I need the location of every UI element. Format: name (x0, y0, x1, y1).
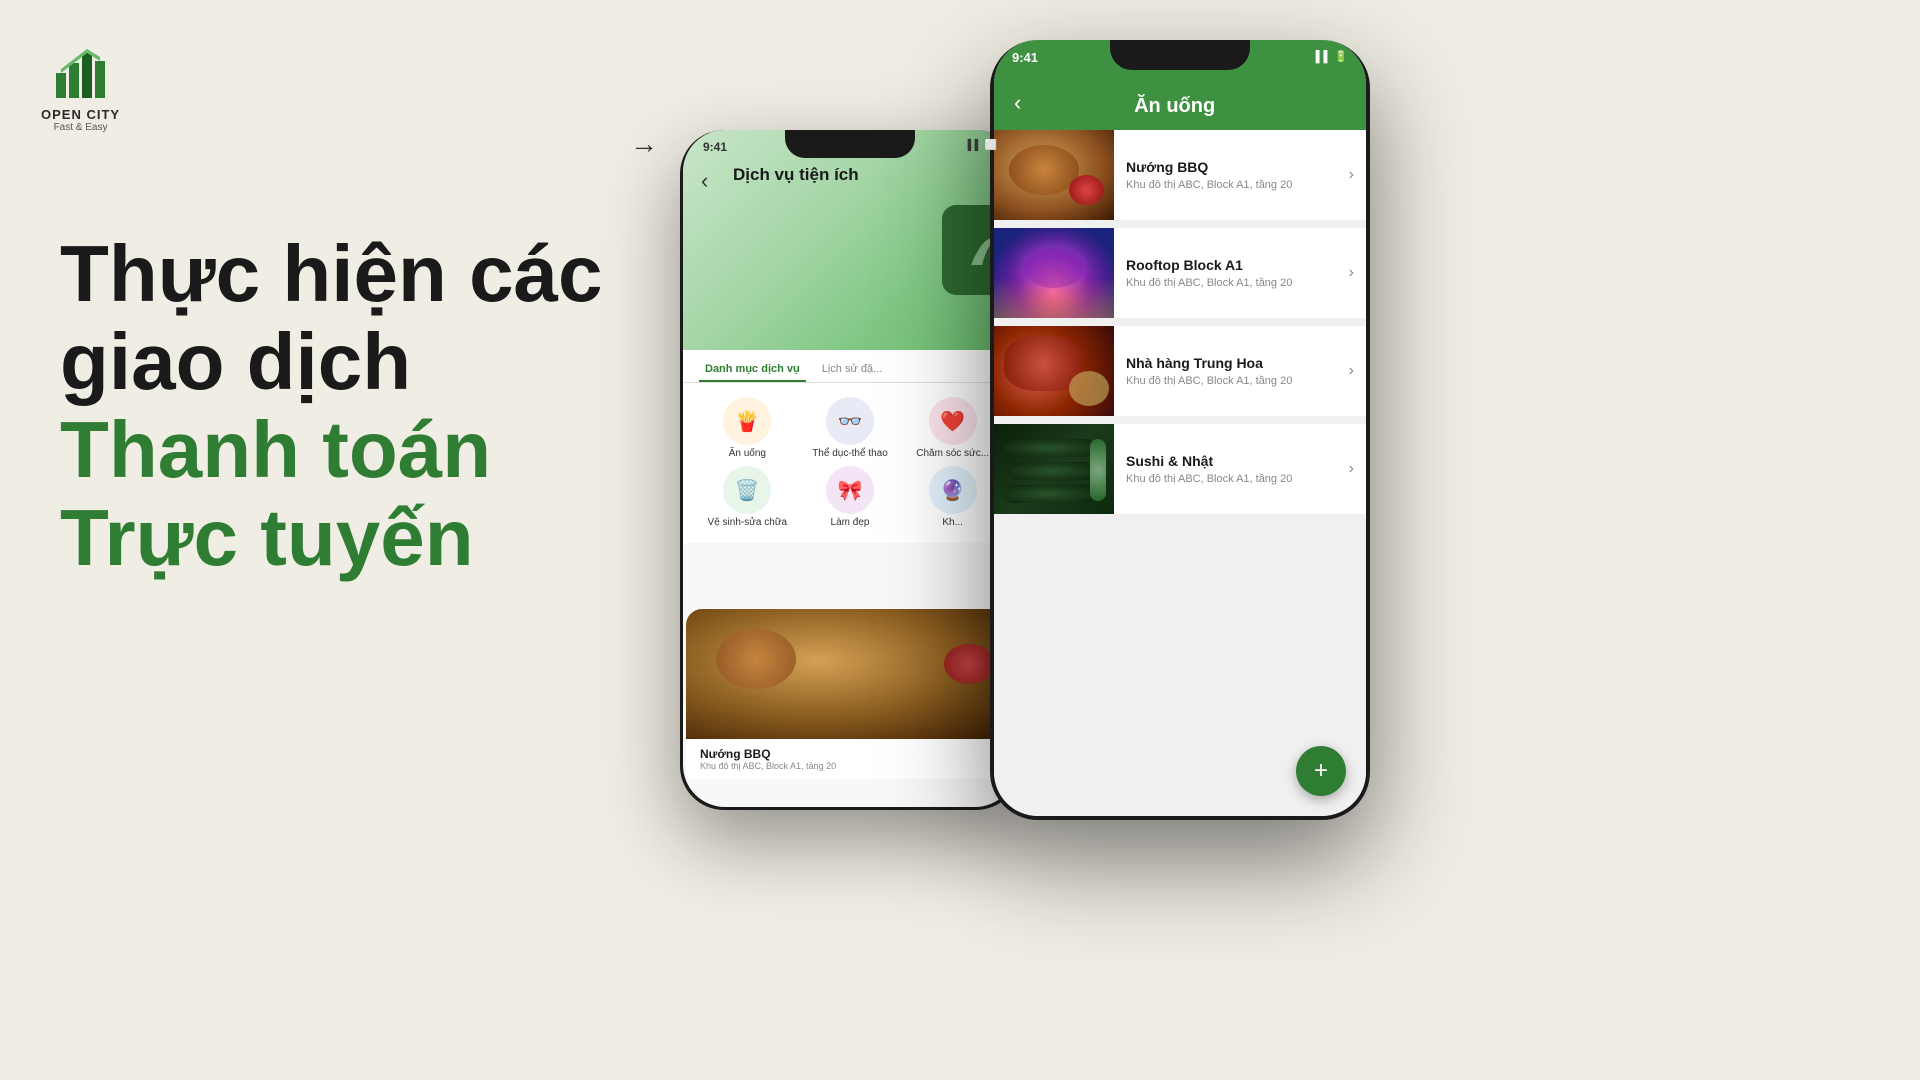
item-img-chinese (994, 326, 1114, 416)
chevron-icon-rooftop: › (1349, 264, 1366, 282)
chevron-icon-chinese: › (1349, 362, 1366, 380)
item-address-rooftop: Khu đô thị ABC, Block A1, tầng 20 (1126, 277, 1337, 289)
service-label-food: Ăn uống (729, 448, 766, 459)
service-label-sport: Thể dục-thể thao (812, 448, 888, 460)
hero-text: Thực hiện các giao dịch Thanh toán Trực … (60, 230, 680, 582)
phone-back-time: 9:41 (703, 140, 727, 154)
hero-line2: giao dịch (60, 318, 680, 406)
phone-back: 9:41 ▌▌ ⬜ ‹ Dịch vụ tiện ích Danh mục dị… (680, 130, 1020, 810)
service-item-clean[interactable]: 🗑️ Vệ sinh-sửa chữa (699, 466, 796, 529)
item-info-rooftop: Rooftop Block A1 Khu đô thị ABC, Block A… (1114, 247, 1349, 299)
service-label-beauty: Làm đẹp (831, 517, 870, 528)
phone-back-tab-active[interactable]: Danh mục dịch vụ (699, 358, 806, 382)
item-name-rooftop: Rooftop Block A1 (1126, 257, 1337, 273)
phone-front: 9:41 ▌▌ 🔋 ‹ Ăn uống Nướng BBQ Khu đô thị… (990, 40, 1370, 820)
phone-back-tabs: Danh mục dịch vụ Lịch sử đặ... (683, 350, 1017, 383)
list-item-rooftop[interactable]: Rooftop Block A1 Khu đô thị ABC, Block A… (994, 228, 1366, 318)
phone-back-notch (785, 130, 915, 158)
service-item-food[interactable]: 🍟 Ăn uống (699, 397, 796, 460)
logo-title: OPEN CITY (41, 107, 120, 122)
phone-back-screen: 9:41 ▌▌ ⬜ ‹ Dịch vụ tiện ích Danh mục dị… (683, 130, 1017, 807)
item-img-rooftop (994, 228, 1114, 318)
service-label-other: Kh... (942, 517, 963, 528)
hero-line4: Trực tuyến (60, 494, 680, 582)
chevron-icon-bbq: › (1349, 166, 1366, 184)
service-item-beauty[interactable]: 🎀 Làm đẹp (802, 466, 899, 529)
list-item-chinese[interactable]: Nhà hàng Trung Hoa Khu đô thị ABC, Block… (994, 326, 1366, 416)
phone-back-services: 🍟 Ăn uống 👓 Thể dục-thể thao ❤️ Chăm sóc… (683, 383, 1017, 543)
item-info-bbq: Nướng BBQ Khu đô thị ABC, Block A1, tầng… (1114, 149, 1349, 201)
fab-button[interactable]: + (1296, 746, 1346, 796)
service-icon-other: 🔮 (929, 466, 977, 514)
phone-back-food-address: Khu đô thị ABC, Block A1, tầng 20 (700, 761, 1000, 771)
service-label-health: Chăm sóc sức... (916, 448, 989, 460)
phone-back-food-card: Nướng BBQ Khu đô thị ABC, Block A1, tầng… (686, 609, 1014, 804)
phone-front-list: Nướng BBQ Khu đô thị ABC, Block A1, tầng… (994, 130, 1366, 816)
phone-front-status-icons: ▌▌ 🔋 (1316, 50, 1348, 65)
phone-back-status-icons: ▌▌ ⬜ (968, 140, 997, 154)
service-label-clean: Vệ sinh-sửa chữa (708, 517, 788, 529)
logo-subtitle: Fast & Easy (54, 122, 108, 133)
item-info-chinese: Nhà hàng Trung Hoa Khu đô thị ABC, Block… (1114, 345, 1349, 397)
phone-back-top-area: ‹ Dịch vụ tiện ích (683, 130, 1017, 350)
item-info-sushi: Sushi & Nhật Khu đô thị ABC, Block A1, t… (1114, 443, 1349, 495)
item-address-sushi: Khu đô thị ABC, Block A1, tầng 20 (1126, 473, 1337, 485)
service-icon-health: ❤️ (929, 397, 977, 445)
phone-front-time: 9:41 (1012, 50, 1038, 65)
phone-back-food-name: Nướng BBQ (700, 747, 1000, 761)
item-address-bbq: Khu đô thị ABC, Block A1, tầng 20 (1126, 179, 1337, 191)
service-icon-sport: 👓 (826, 397, 874, 445)
phone-back-food-img (686, 609, 1014, 739)
item-name-chinese: Nhà hàng Trung Hoa (1126, 355, 1337, 371)
phone-back-tab-inactive[interactable]: Lịch sử đặ... (816, 358, 889, 382)
item-address-chinese: Khu đô thị ABC, Block A1, tầng 20 (1126, 375, 1337, 387)
service-icon-beauty: 🎀 (826, 466, 874, 514)
phone-back-back-btn[interactable]: ‹ (701, 168, 708, 194)
phone-front-title: Ăn uống (1033, 95, 1346, 118)
logo: OPEN CITY Fast & Easy (41, 43, 120, 133)
phone-front-statusbar: 9:41 ▌▌ 🔋 (1012, 50, 1348, 65)
phone-back-screen-title: Dịch vụ tiện ích (733, 165, 859, 185)
service-item-sport[interactable]: 👓 Thể dục-thể thao (802, 397, 899, 460)
chevron-icon-sushi: › (1349, 460, 1366, 478)
service-item-health[interactable]: ❤️ Chăm sóc sức... (904, 397, 1001, 460)
arrow-icon: → (630, 128, 656, 160)
service-item-other[interactable]: 🔮 Kh... (904, 466, 1001, 529)
service-icon-food: 🍟 (723, 397, 771, 445)
phone-front-back-btn[interactable]: ‹ (1014, 90, 1021, 118)
item-img-bbq (994, 130, 1114, 220)
hero-line3: Thanh toán (60, 406, 680, 494)
service-icon-clean: 🗑️ (723, 466, 771, 514)
list-item-bbq[interactable]: Nướng BBQ Khu đô thị ABC, Block A1, tầng… (994, 130, 1366, 220)
item-name-bbq: Nướng BBQ (1126, 159, 1337, 175)
item-img-sushi (994, 424, 1114, 514)
list-item-sushi[interactable]: Sushi & Nhật Khu đô thị ABC, Block A1, t… (994, 424, 1366, 514)
phone-front-screen: ‹ Ăn uống Nướng BBQ Khu đô thị ABC, Bloc… (994, 40, 1366, 816)
phone-back-food-info: Nướng BBQ Khu đô thị ABC, Block A1, tầng… (686, 739, 1014, 779)
item-name-sushi: Sushi & Nhật (1126, 453, 1337, 469)
hero-line1: Thực hiện các (60, 230, 680, 318)
logo-icon (51, 43, 111, 103)
